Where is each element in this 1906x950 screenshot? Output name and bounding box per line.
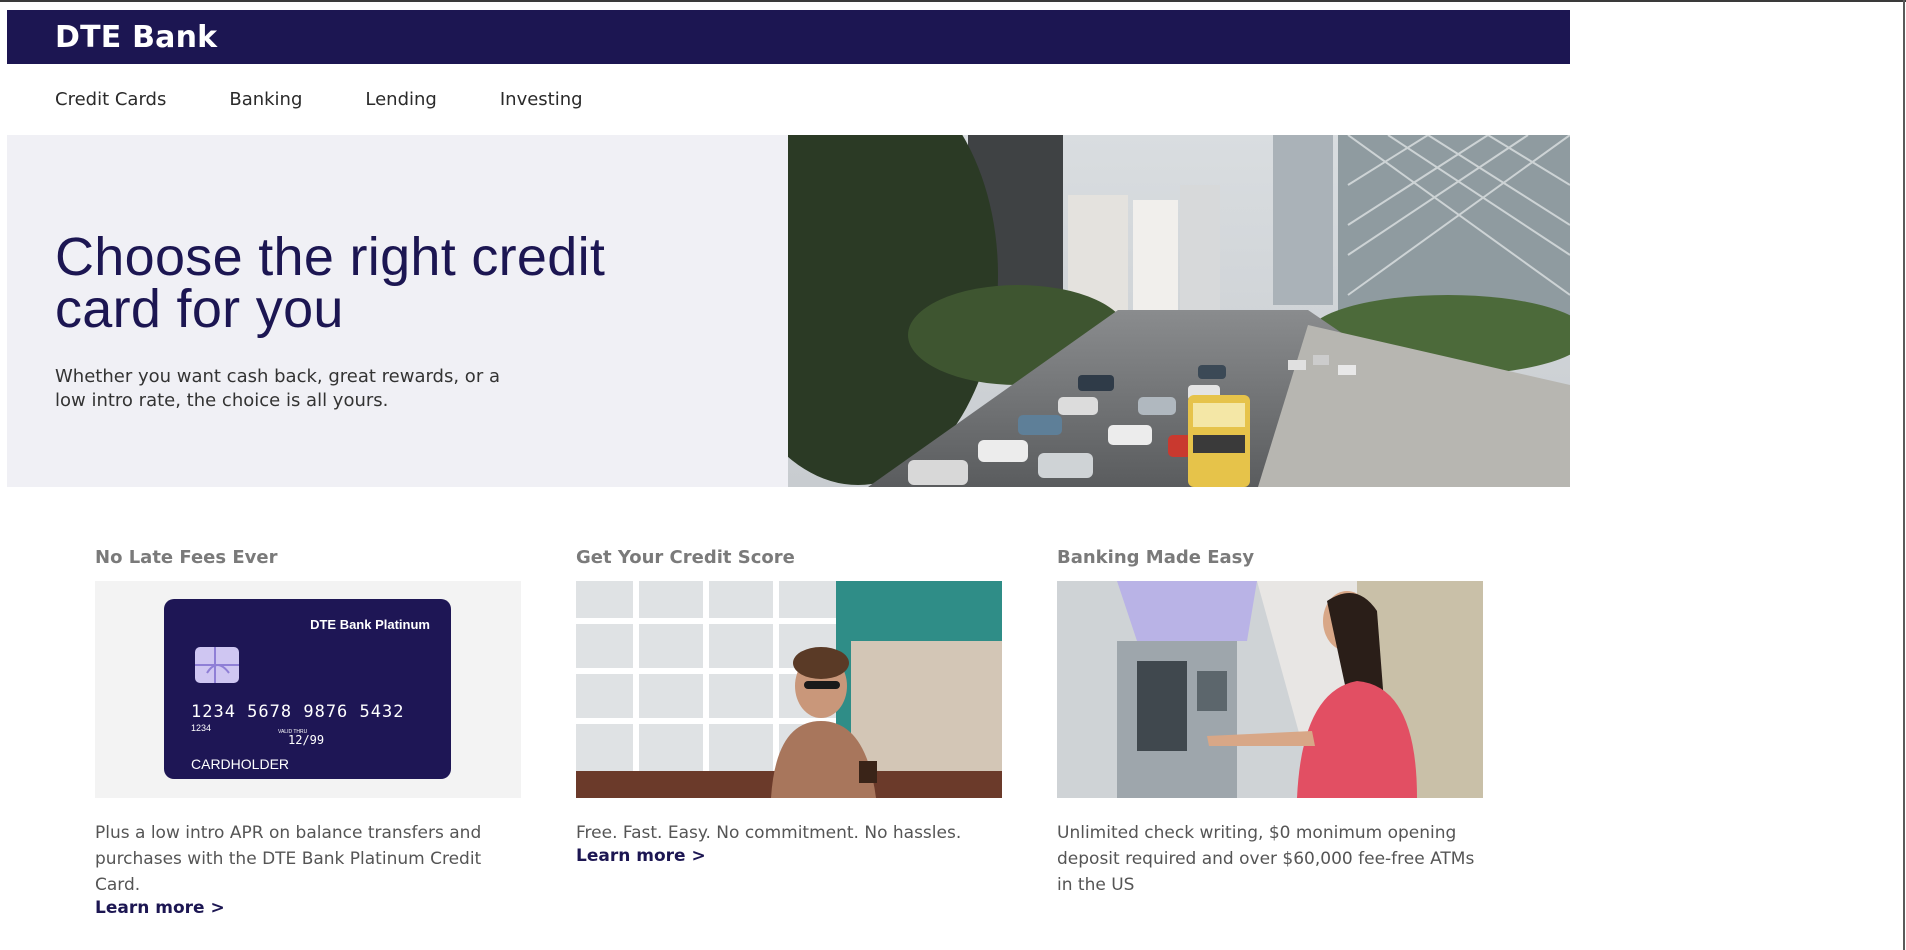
nav-item-banking[interactable]: Banking [229,89,302,110]
feature-credit-score: Get Your Credit Score Free. Fast. Easy. … [576,547,1002,918]
card-number: 1234 5678 9876 5432 [191,702,404,722]
atm-photo [1057,581,1483,798]
man-at-cafe-image [576,581,1002,798]
page: DTE Bank Credit Cards Banking Lending In… [7,10,1570,918]
hero-section: Choose the right credit card for you Whe… [7,135,1570,487]
card-name: DTE Bank Platinum [310,617,430,632]
brand-logo[interactable]: DTE Bank [55,20,217,55]
learn-more-link[interactable]: Learn more > [95,898,225,918]
feature-description: Unlimited check writing, $0 monimum open… [1057,823,1475,895]
feature-description: Free. Fast. Easy. No commitment. No hass… [576,823,962,843]
hero-subtitle: Whether you want cash back, great reward… [55,366,500,411]
feature-title: No Late Fees Ever [95,547,278,568]
feature-title: Get Your Credit Score [576,547,795,568]
atm-woman-image [1057,581,1483,798]
site-header: DTE Bank [7,10,1570,64]
card-holder: CARDHOLDER [191,756,289,772]
credit-card-image: DTE Bank Platinum 1234 5678 9876 5432 12… [95,581,521,798]
window-top-border [0,0,1906,2]
feature-banking: Banking Made Easy Unlimited check writin… [1057,547,1483,918]
man-photo [576,581,1002,798]
feature-no-late-fees: No Late Fees Ever DTE Bank Platinum 1234… [95,547,521,918]
city-traffic-photo [788,135,1570,487]
nav-item-credit-cards[interactable]: Credit Cards [55,89,166,110]
credit-card-icon: DTE Bank Platinum 1234 5678 9876 5432 12… [164,599,451,779]
card-expiry: 12/99 [288,733,324,747]
hero-title: Choose the right credit card for you [55,227,606,339]
main-nav: Credit Cards Banking Lending Investing [7,64,1570,135]
learn-more-link[interactable]: Learn more > [576,846,706,866]
window-scrollbar-edge [1903,0,1905,950]
features-row: No Late Fees Ever DTE Bank Platinum 1234… [7,547,1570,918]
feature-title: Banking Made Easy [1057,547,1255,568]
nav-item-investing[interactable]: Investing [500,89,583,110]
hero-city-image [788,135,1570,487]
card-small-number: 1234 [191,723,211,733]
hero-text-panel: Choose the right credit card for you Whe… [7,135,788,487]
feature-description: Plus a low intro APR on balance transfer… [95,823,482,895]
nav-item-lending[interactable]: Lending [365,89,436,110]
